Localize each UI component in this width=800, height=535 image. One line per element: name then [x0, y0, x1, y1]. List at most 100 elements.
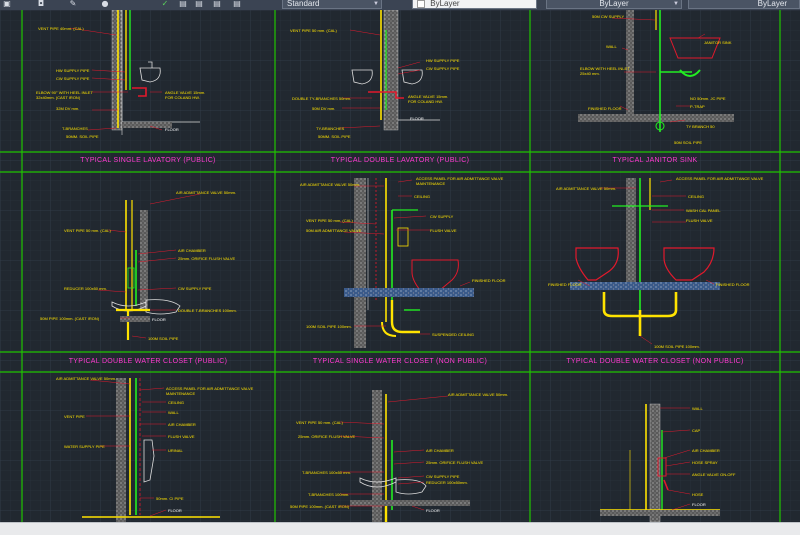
- callout: 50M PIPE 100mm. (CAST IRON): [40, 316, 100, 321]
- layer-icon[interactable]: ▤: [194, 0, 204, 8]
- callout: 100M SOIL PIPE 100mm.: [306, 324, 352, 329]
- callout: REDUCER 100x50mm.: [426, 480, 468, 485]
- callout: VENT PIPE 50 mm. (CAL): [64, 228, 111, 233]
- callout: 50MM. SOIL PIPE: [66, 134, 99, 139]
- callout: FLOOR: [410, 116, 424, 121]
- callout: 50MM. SOIL PIPE: [318, 134, 351, 139]
- callout: 100M SOIL PIPE: [148, 336, 179, 341]
- draw-icon[interactable]: ✎: [68, 0, 78, 8]
- callout: 25x40 mm.: [580, 71, 600, 76]
- check-icon[interactable]: ✓: [160, 0, 170, 8]
- layer-icon[interactable]: ▤: [212, 0, 222, 8]
- callout: CAP: [692, 428, 701, 433]
- callout: HOSE: [692, 492, 704, 497]
- callout: JANITOR SINK: [704, 40, 732, 45]
- callout: AIR CHAMBER: [426, 448, 454, 453]
- callout: HW SUPPLY PIPE: [426, 58, 460, 63]
- callout: FINISHED FLOOR: [472, 278, 506, 283]
- callout: FLUSH VALVE: [430, 228, 457, 233]
- cube-icon[interactable]: ▣: [2, 0, 12, 8]
- callout: VENT PIPE 40mm. (CAL): [38, 26, 84, 31]
- callout: VENT PIPE 50 mm. (CAL): [306, 218, 353, 223]
- color-value: ByLayer: [599, 0, 629, 8]
- layer-value: ByLayer: [430, 0, 460, 9]
- callout: AIR ADMITTANCE VALVE 50mm.: [448, 392, 508, 397]
- callout: WALL: [606, 44, 618, 49]
- linetype-combo[interactable]: ByLayer: [688, 0, 800, 9]
- bucket-icon[interactable]: ◘: [36, 0, 46, 8]
- chevron-down-icon[interactable]: ▼: [373, 0, 379, 8]
- callout: AIR CHAMBER: [692, 448, 720, 453]
- callout: FLOOR: [152, 317, 166, 322]
- callout: AIR CHAMBER: [178, 248, 206, 253]
- drawing-canvas[interactable]: TYPICAL SINGLE LAVATORY (PUBLIC) TYPICAL…: [0, 10, 800, 522]
- callout: 50M SOIL PIPE: [674, 140, 702, 145]
- callout: CW SUPPLY: [430, 214, 454, 219]
- callout: FLUSH VALVE: [686, 218, 713, 223]
- callout: P-TRAP: [690, 104, 705, 109]
- callout: FOR COLAND HW.: [165, 95, 200, 100]
- callout: FLOOR: [168, 508, 182, 513]
- callout: WATER SUPPLY PIPE: [64, 444, 105, 449]
- panel-title: TYPICAL DOUBLE WATER CLOSET (NON PUBLIC): [566, 358, 743, 365]
- callout: CW SUPPLY PIPE: [426, 474, 460, 479]
- status-bar: [0, 522, 800, 535]
- text-style-value: Standard: [287, 0, 320, 8]
- callout: FINISHED FLOOR: [548, 282, 582, 287]
- callout: 50M PIPE 100mm. (CAST IRON): [290, 504, 350, 509]
- callout: ANGLE VALVE ON-OFF: [692, 472, 736, 477]
- layer-icon[interactable]: ▤: [232, 0, 242, 8]
- callout: T-BRANCHES: [62, 126, 88, 131]
- callout: VENT PIPE 50 mm. (CAL): [296, 420, 343, 425]
- callout: VENT PIPE: [64, 414, 85, 419]
- callout: MAINTENANCE: [416, 181, 445, 186]
- callout: FOR COLAND HW.: [408, 99, 443, 104]
- callout: TY-BRANCHES: [316, 126, 345, 131]
- callout: WASH CAL PANEL: [686, 208, 721, 213]
- callout: 32x40mm. (CAST IRON): [36, 95, 81, 100]
- callout: URINAL: [168, 448, 183, 453]
- callout: ACCESS PANEL FOR AIR ADMITTANCE VALVE: [676, 176, 764, 181]
- callout: CW SUPPLY PIPE: [426, 66, 460, 71]
- callout: SUSPENDED CEILING: [432, 332, 474, 337]
- callout: DOUBLE T-BRANCHES 100mm.: [178, 308, 237, 313]
- panel-title: TYPICAL SINGLE LAVATORY (PUBLIC): [80, 157, 215, 164]
- bulb-icon[interactable]: ●: [100, 0, 110, 8]
- callout: WALL: [692, 406, 704, 411]
- callout: AIR ADMITTANCE VALVE 50mm.: [300, 182, 360, 187]
- callout: 32M DV mm.: [56, 106, 79, 111]
- callout: AIR CHAMBER: [168, 422, 196, 427]
- layer-combo[interactable]: ByLayer: [412, 0, 537, 9]
- callout: 25mm. ORIFICE FLUSH VALVE: [178, 256, 236, 261]
- callout: CEILING: [688, 194, 704, 199]
- callout: CEILING: [168, 400, 184, 405]
- callout: AIR ADMITTANCE VALVE 50mm.: [56, 376, 116, 381]
- callout: 50M CW SUPPLY: [592, 14, 624, 19]
- callout: CW SUPPLY PIPE: [178, 286, 212, 291]
- callout: 25mm. ORIFICE FLUSH VALVE: [298, 434, 356, 439]
- cad-drawing[interactable]: TYPICAL SINGLE LAVATORY (PUBLIC) TYPICAL…: [0, 10, 800, 522]
- color-combo[interactable]: ByLayer ▼: [546, 0, 682, 9]
- callout: AIR ADMITTANCE VALVE 50mm.: [176, 190, 236, 195]
- callout: HOSE SPRAY: [692, 460, 718, 465]
- panel-title: TYPICAL DOUBLE LAVATORY (PUBLIC): [331, 157, 470, 164]
- text-style-combo[interactable]: Standard ▼: [282, 0, 382, 9]
- callout: AIR ADMITTANCE VALVE 50mm.: [556, 186, 616, 191]
- callout: HW SUPPLY PIPE: [56, 68, 90, 73]
- callout: FLUSH VALVE: [168, 434, 195, 439]
- callout: 50M AIR ADMITTANCE VALVE: [306, 228, 362, 233]
- chevron-down-icon[interactable]: ▼: [673, 0, 679, 8]
- callout: TY BRANCH 50: [686, 124, 715, 129]
- callout: 50M DV mm.: [312, 106, 335, 111]
- callout: 100M SOIL PIPE 100mm.: [654, 344, 700, 349]
- callout: FINISHED FLOOR: [588, 106, 622, 111]
- layer-icon[interactable]: ▤: [178, 0, 188, 8]
- panel-title: TYPICAL DOUBLE WATER CLOSET (PUBLIC): [69, 358, 228, 365]
- callout: MAINTENANCE: [166, 391, 195, 396]
- callout: REDUCER 100x50 mm.: [64, 286, 107, 291]
- panel-title: TYPICAL SINGLE WATER CLOSET (NON PUBLIC): [313, 358, 487, 365]
- linetype-value: ByLayer: [757, 0, 787, 8]
- panel-title: TYPICAL JANITOR SINK: [613, 157, 698, 164]
- callout: VENT PIPE 50 mm. (CAL): [290, 28, 337, 33]
- callout: FLOOR: [692, 502, 706, 507]
